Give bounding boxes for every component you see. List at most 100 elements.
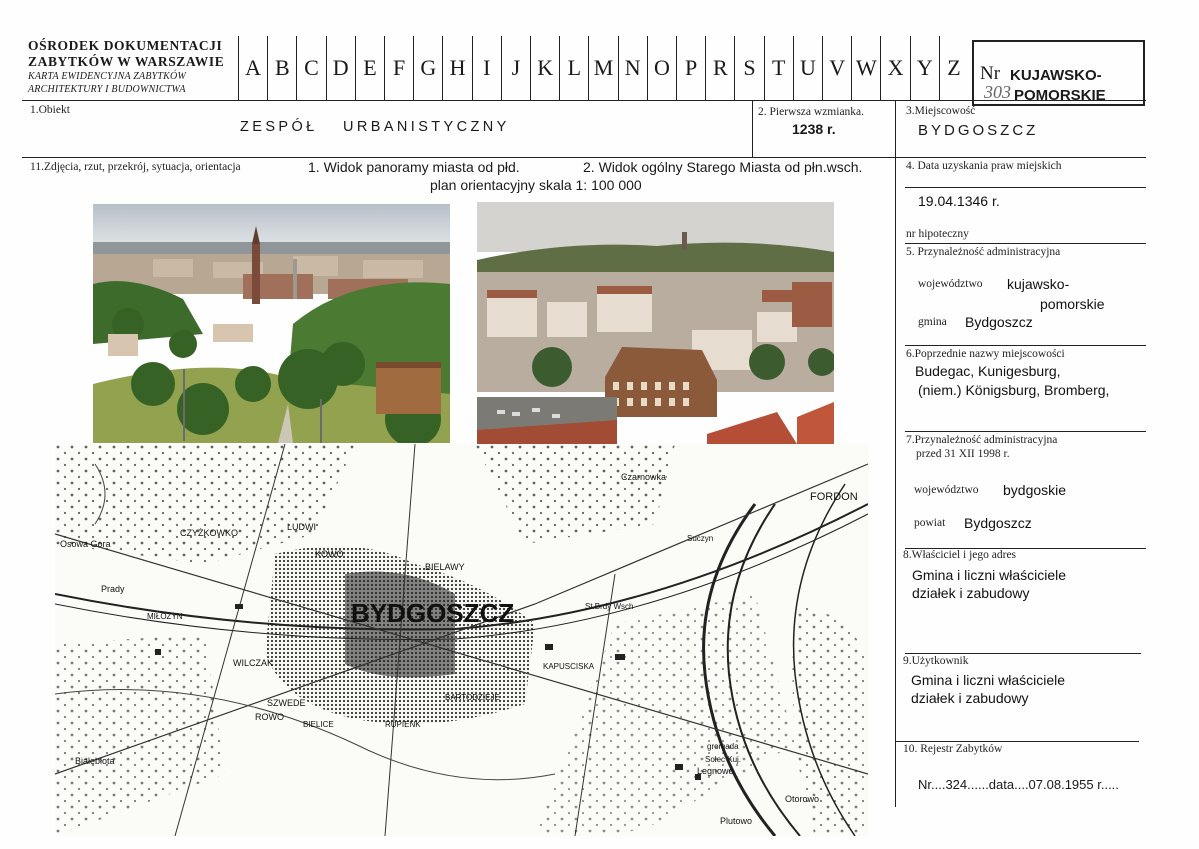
locality-value: BYDGOSZCZ (918, 122, 1039, 139)
letter-cell: J (500, 36, 530, 100)
map-label-bialeblota: Białebłota (75, 756, 115, 766)
letter-cell: D (325, 36, 355, 100)
object-name: ZESPÓŁ URBANISTYCZNY (240, 119, 510, 135)
f7-voivodeship-label: województwo (914, 484, 979, 496)
map-image: BYDGOSZCZ CZYŻKOWKO LUDWI KOWO BIELAWY C… (55, 444, 868, 836)
photo-panorama-south (93, 204, 450, 443)
map-label-suczyn: Suczyn (687, 534, 713, 543)
letter-cell: R (705, 36, 734, 100)
owner-line2: działek i zabudowy (912, 585, 1030, 601)
map-label-prady: Prady (101, 584, 125, 594)
map-label-czyzkowko: CZYŻKOWKO (180, 528, 238, 538)
map-label-gromada: gromada (707, 742, 739, 751)
letter-cell: H (442, 36, 471, 100)
field-3-label: 3.Miejscowość (906, 105, 976, 117)
map-caption: plan orientacyjny skala 1: 100 000 (430, 177, 642, 193)
row1-divider (22, 157, 1146, 158)
previous-names-line1: Budegac, Kunigesburg, (915, 363, 1061, 379)
map-label-plutowo: Plutowo (720, 816, 752, 826)
map-label-fordon: FORDON (810, 491, 858, 503)
letter-cell: O (646, 36, 676, 100)
f7-voivodeship-value: bydgoskie (1003, 482, 1067, 498)
letter-cell: M (588, 36, 617, 100)
map-label-rowo: ROWO (255, 712, 284, 722)
field-9-label: 9.Użytkownik (903, 655, 969, 667)
f5-divider (905, 243, 1146, 244)
user-line2: działek i zabudowy (911, 690, 1029, 706)
f7-county-value: Bydgoszcz (964, 515, 1032, 531)
f5-voivodeship-value2: pomorskie (1040, 296, 1105, 312)
map-label-osowa-gora: Osowa Gora (60, 539, 111, 549)
map-label-legnowo: Legnowo (697, 766, 734, 776)
record-card: OŚRODEK DOKUMENTACJI ZABYTKÓW W WARSZAWI… (0, 0, 1199, 849)
map-label-szwede: SZWEDE (267, 698, 306, 708)
f5-voivodeship-value1: kujawsko- (1007, 276, 1070, 292)
card-type-line1: KARTA EWIDENCYJNA ZABYTKÓW (28, 71, 186, 82)
f7-divider (905, 431, 1146, 432)
region-line1: KUJAWSKO- (1010, 67, 1102, 84)
map-label-bielawy: BIELAWY (425, 562, 465, 572)
map-label-bielice: BIELICE (303, 720, 334, 729)
letter-cell: A (238, 36, 267, 100)
letter-cell: S (734, 36, 763, 100)
letter-cell: Z (938, 36, 968, 100)
city-rights-date: 19.04.1346 r. (918, 193, 1000, 209)
nr-handwritten-number: 303 (984, 82, 1011, 102)
letter-cell: N (617, 36, 647, 100)
field-5-label: 5. Przynależność administracyjna (906, 246, 1061, 258)
user-line1: Gmina i liczni właściciele (911, 672, 1066, 688)
letter-cell: X (880, 36, 909, 100)
map-label-kapusciska: KAPUSCISKA (543, 662, 595, 671)
f5-municipality-value: Bydgoszcz (965, 314, 1033, 330)
f4-underline (905, 187, 1146, 188)
register-entry: Nr....324......data....07.08.1955 r..... (918, 777, 1119, 792)
field-6-label: 6.Poprzednie nazwy miejscowości (906, 348, 1065, 360)
map-label-milozyn: MIŁOŻYN (147, 612, 183, 621)
f10-divider (895, 741, 1139, 742)
letter-cell: C (296, 36, 325, 100)
letter-cell: Y (909, 36, 939, 100)
right-column-divider (895, 100, 896, 807)
map-label-otorowo: Otorowo (785, 794, 819, 804)
f7-county-label: powiat (914, 517, 946, 529)
field-1-label: 1.Obiekt (30, 104, 70, 116)
registry-number-box: Nr 303 KUJAWSKO- POMORSKIE (972, 40, 1145, 106)
letter-cell: U (792, 36, 822, 100)
letter-cell: V (822, 36, 851, 100)
field-7-label: 7.Przynależność administracyjna (906, 434, 1058, 446)
field-4-label: 4. Data uzyskania praw miejskich (906, 160, 1062, 172)
photo2-caption: 2. Widok ogólny Starego Miasta od płn.ws… (583, 159, 863, 175)
org-name-line1: OŚRODEK DOKUMENTACJI (28, 38, 223, 53)
letter-cell: T (763, 36, 793, 100)
letter-cell: B (267, 36, 296, 100)
card-type-line2: ARCHITEKTURY I BUDOWNICTWA (28, 84, 186, 95)
field-10-label: 10. Rejestr Zabytków (903, 743, 1003, 755)
letter-cell: G (413, 36, 442, 100)
first-mention-value: 1238 r. (792, 121, 836, 137)
map-label-city: BYDGOSZCZ (351, 598, 514, 628)
letter-cell: K (530, 36, 559, 100)
f5-voivodeship-label: województwo (918, 278, 983, 290)
old-town-image (477, 202, 834, 444)
photo1-caption: 1. Widok panoramy miasta od płd. (308, 159, 520, 175)
f6-divider (905, 345, 1146, 346)
f5-municipality-label: gmina (918, 316, 947, 328)
panorama-image (93, 204, 450, 443)
map-label-rupienk: RUPIENK (385, 720, 421, 729)
mortgage-number-label: nr hipoteczny (906, 228, 969, 240)
map-label-kowo: KOWO (315, 549, 344, 559)
orientation-map: BYDGOSZCZ CZYŻKOWKO LUDWI KOWO BIELAWY C… (55, 444, 868, 836)
photo-old-town-northeast (477, 202, 834, 444)
letter-cell: L (559, 36, 588, 100)
field-7-label-date: przed 31 XII 1998 r. (916, 448, 1010, 460)
map-label-ludwi: LUDWI (287, 522, 316, 532)
previous-names-line2: (niem.) Königsburg, Bromberg, (918, 382, 1110, 398)
org-name-line2: ZABYTKÓW W WARSZAWIE (28, 54, 225, 69)
map-label-brdy: St.Brdy Wsch (585, 602, 633, 611)
field-8-label: 8.Właściciel i jego adres (903, 549, 1017, 561)
f9-divider (905, 653, 1141, 654)
field-2-label: 2. Pierwsza wzmianka. (758, 106, 865, 118)
letter-cell: P (676, 36, 705, 100)
letter-cell: I (471, 36, 501, 100)
map-label-bartodzieje: BARTODZIEJE (445, 693, 500, 702)
